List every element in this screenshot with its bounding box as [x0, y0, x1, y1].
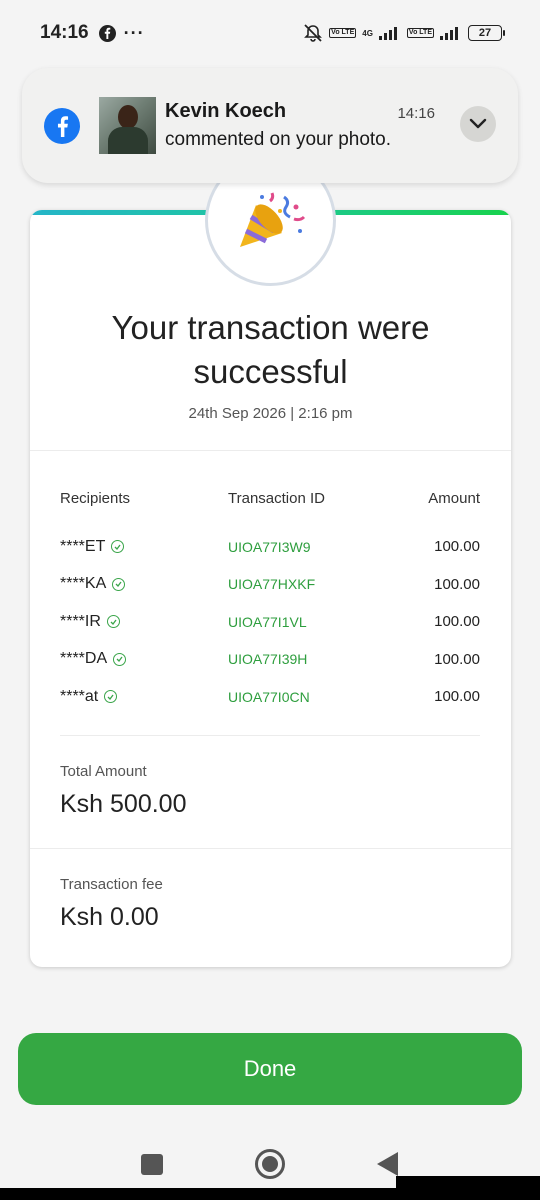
table-row: ****IR UIOA77I1VL 100.00	[60, 603, 480, 641]
volte-badge-2: Vo LTE	[406, 28, 434, 38]
check-circle-icon	[106, 615, 120, 629]
screen-edge-bottom	[0, 1188, 540, 1200]
notification-sender: Kevin Koech	[165, 100, 287, 122]
amount-cell: 100.00	[434, 538, 480, 556]
network-type: 4G	[362, 28, 373, 38]
status-bar: 14:16 ··· Vo LTE 4G Vo LTE 27	[0, 0, 540, 66]
recipient-name: ****at	[60, 687, 99, 705]
battery-icon: 27	[468, 25, 505, 41]
total-amount-label: Total Amount	[60, 763, 147, 780]
volte-badge: Vo LTE	[329, 28, 357, 38]
transactions-table: Recipients Transaction ID Amount ****ET U…	[60, 486, 480, 716]
recipient-cell: ****KA	[60, 575, 228, 593]
facebook-status-icon	[98, 24, 116, 42]
mute-bell-icon	[304, 24, 323, 42]
transaction-date: 24th Sep 2026 | 2:16 pm	[188, 405, 353, 422]
transaction-id-cell: UIOA77HXKF	[228, 576, 316, 593]
recents-icon[interactable]	[141, 1154, 163, 1175]
recipient-name: ****ET	[60, 537, 106, 555]
table-header: Recipients Transaction ID Amount	[60, 486, 480, 510]
amount-cell: 100.00	[434, 650, 480, 668]
total-amount-value: Ksh 500.00	[60, 790, 187, 818]
check-circle-icon	[104, 690, 118, 704]
recipient-cell: ****ET	[60, 538, 228, 556]
notification-time: 14:16	[397, 105, 435, 122]
recipient-cell: ****at	[60, 688, 228, 706]
recipient-name: ****DA	[60, 650, 108, 668]
table-row: ****DA UIOA77I39H 100.00	[60, 641, 480, 679]
notification-banner[interactable]: Kevin Koech commented on your photo. 14:…	[22, 68, 518, 183]
amount-cell: 100.00	[434, 688, 480, 706]
transaction-id-cell: UIOA77I3W9	[228, 538, 311, 555]
table-row: ****at UIOA77I0CN 100.00	[60, 678, 480, 716]
facebook-icon	[44, 107, 80, 144]
transaction-id-cell: UIOA77I0CN	[228, 688, 310, 705]
notification-message: commented on your photo.	[165, 129, 392, 150]
column-amount: Amount	[428, 489, 480, 507]
chevron-down-icon[interactable]	[460, 106, 496, 142]
recipient-cell: ****IR	[60, 613, 228, 631]
signal-icon-2	[440, 27, 458, 40]
transaction-id-cell: UIOA77I1VL	[228, 613, 307, 630]
avatar	[99, 97, 156, 154]
transaction-id-cell: UIOA77I39H	[228, 651, 308, 668]
column-transaction-id: Transaction ID	[228, 489, 325, 507]
divider	[30, 848, 511, 849]
column-recipients: Recipients	[60, 489, 131, 507]
check-circle-icon	[112, 577, 126, 591]
signal-icon	[378, 27, 397, 40]
recipient-name: ****KA	[60, 575, 107, 593]
divider	[30, 450, 511, 451]
notification-content: Kevin Koech commented on your photo.	[165, 100, 496, 151]
recipient-cell: ****DA	[60, 650, 228, 668]
status-indicators: Vo LTE 4G Vo LTE 27	[303, 23, 505, 43]
check-circle-icon	[113, 652, 127, 666]
back-icon[interactable]	[377, 1152, 398, 1176]
transaction-fee-value: Ksh 0.00	[60, 903, 159, 931]
divider	[60, 735, 480, 736]
amount-cell: 100.00	[434, 613, 480, 631]
transaction-fee-label: Transaction fee	[60, 876, 163, 893]
home-icon[interactable]	[255, 1149, 285, 1179]
recipient-name: ****IR	[60, 612, 101, 630]
status-time: 14:16	[40, 22, 89, 43]
more-notifications-icon: ···	[123, 22, 145, 43]
check-circle-icon	[111, 540, 125, 554]
amount-cell: 100.00	[434, 575, 480, 593]
done-button[interactable]: Done	[18, 1033, 522, 1105]
table-row: ****KA UIOA77HXKF 100.00	[60, 566, 480, 604]
success-headline: Your transaction were successful	[111, 309, 430, 390]
table-row: ****ET UIOA77I3W9 100.00	[60, 528, 480, 566]
